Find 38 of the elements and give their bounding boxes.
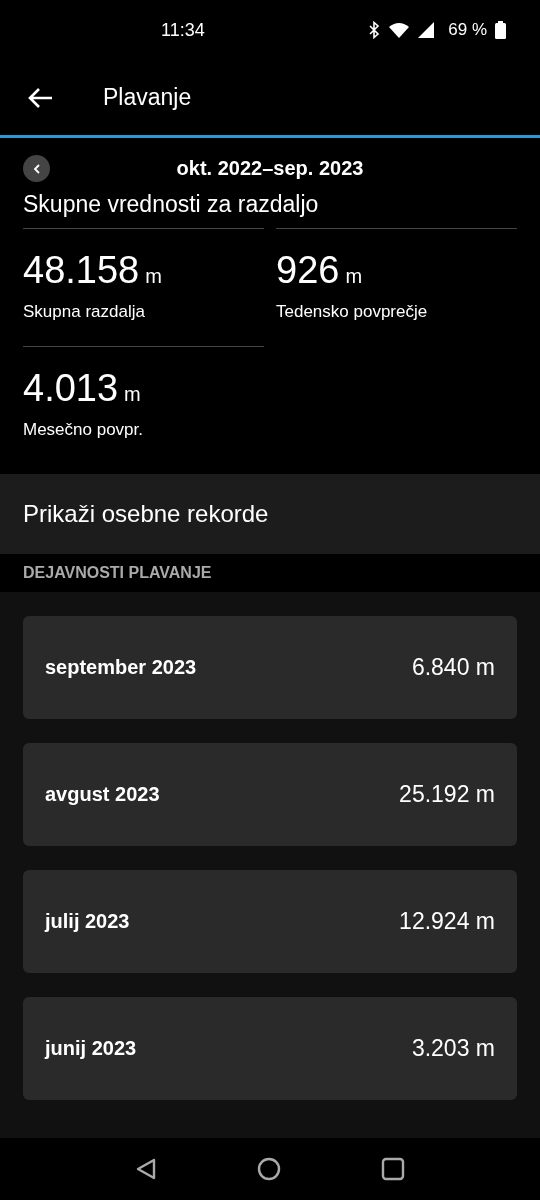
bluetooth-icon [368, 21, 381, 39]
stat-unit: m [124, 383, 141, 406]
section-heading: Skupne vrednosti za razdaljo [22, 190, 320, 218]
month-distance: 6.840 m [411, 654, 495, 681]
period-label: okt. 2022–sep. 2023 [176, 156, 364, 180]
month-card[interactable]: avgust 2023 25.192 m [23, 743, 517, 846]
month-card[interactable]: september 2023 6.840 m [23, 616, 517, 719]
recents-nav-icon[interactable] [381, 1157, 405, 1181]
month-label: september 2023 [45, 656, 197, 679]
home-nav-icon[interactable] [257, 1157, 281, 1181]
battery-icon [495, 21, 506, 39]
month-distance: 3.203 m [411, 1035, 495, 1062]
stat-label: Skupna razdalja [23, 302, 146, 322]
stat-value: 926 [276, 249, 340, 292]
back-nav-icon[interactable] [135, 1157, 157, 1181]
back-arrow-icon[interactable] [27, 86, 53, 109]
personal-records-link[interactable]: Prikaži osebne rekorde [0, 474, 540, 554]
previous-period-button[interactable] [23, 155, 50, 182]
screen-title: Plavanje [103, 84, 192, 111]
wifi-icon [388, 22, 411, 38]
stat-value: 4.013 [23, 367, 119, 410]
month-distance: 25.192 m [399, 781, 495, 808]
month-label: julij 2023 [45, 910, 130, 933]
status-time: 11:34 [161, 19, 205, 41]
battery-percentage: 69 % [448, 20, 487, 40]
stat-value: 48.158 [23, 249, 140, 292]
chevron-left-icon [32, 163, 41, 174]
stat-label: Tedensko povprečje [276, 302, 429, 322]
month-label: junij 2023 [45, 1037, 137, 1060]
section-label: DEJAVNOSTI PLAVANJE [22, 563, 213, 583]
signal-icon [418, 22, 435, 38]
month-card[interactable]: julij 2023 12.924 m [23, 870, 517, 973]
month-card[interactable]: junij 2023 3.203 m [23, 997, 517, 1100]
stat-unit: m [345, 265, 363, 288]
month-label: avgust 2023 [45, 783, 160, 806]
stat-unit: m [145, 265, 162, 288]
month-distance: 12.924 m [399, 908, 495, 935]
stat-label: Mesečno povpr. [23, 420, 144, 440]
